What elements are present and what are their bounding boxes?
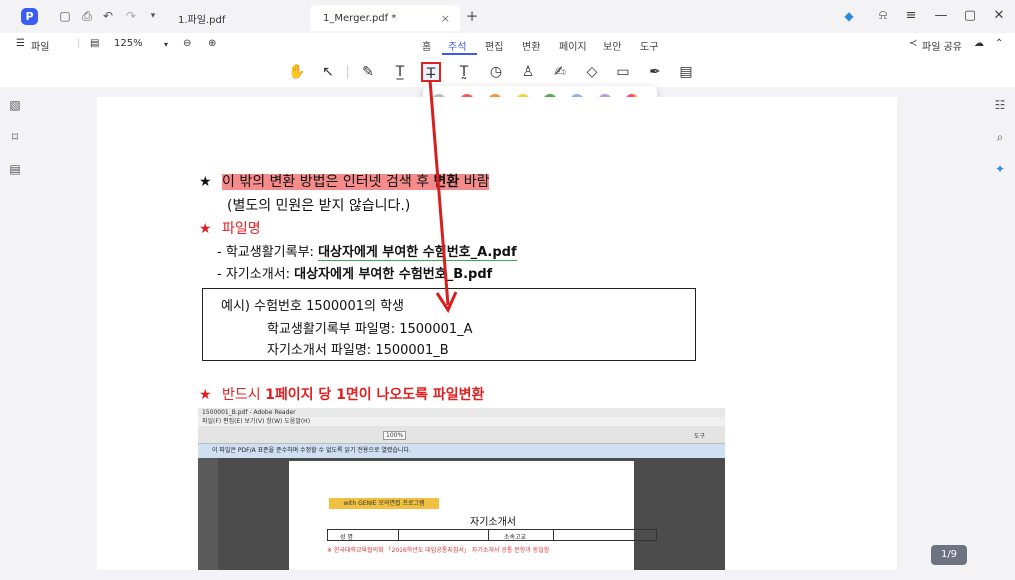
page-indicator[interactable]: 1/9 bbox=[931, 545, 967, 565]
red-arrow-annotation bbox=[428, 79, 458, 314]
